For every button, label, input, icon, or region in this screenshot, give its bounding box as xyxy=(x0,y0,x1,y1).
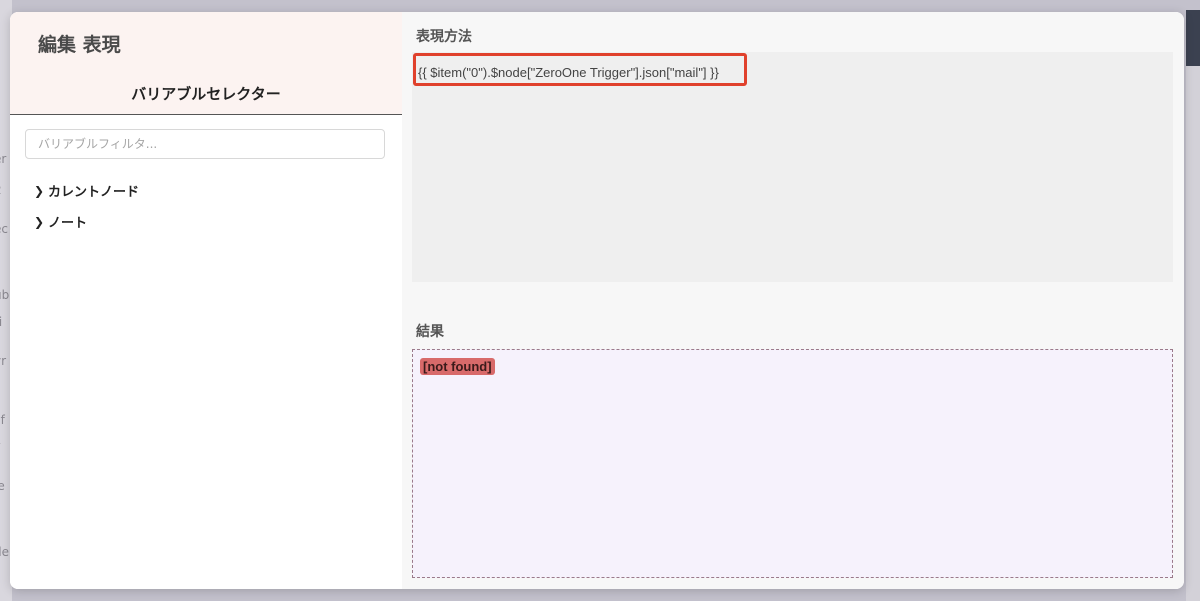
variable-filter-input[interactable] xyxy=(25,129,385,159)
tree-item-label: カレントノード xyxy=(48,185,140,200)
tree-item-note[interactable]: ❯ ノート xyxy=(34,212,88,232)
background-fragment: de xyxy=(0,545,9,559)
background-fragment: er xyxy=(0,152,7,166)
annotation-highlight-box xyxy=(413,53,747,86)
result-output: [not found] xyxy=(412,349,1173,578)
edit-expression-modal: 編集 表現 バリアブルセレクター ❯ カレントノード ❯ ノート 表現方法 {{… xyxy=(10,12,1184,589)
chevron-right-icon: ❯ xyxy=(34,214,45,229)
background-fragment: le xyxy=(0,479,5,493)
tree-item-current-node[interactable]: ❯ カレントノード xyxy=(34,181,140,201)
modal-title: 編集 表現 xyxy=(38,34,121,56)
background-fragment: c xyxy=(0,250,1,264)
variable-selector-pane: 編集 表現 バリアブルセレクター ❯ カレントノード ❯ ノート xyxy=(10,12,402,589)
background-fragment: llf xyxy=(0,413,5,427)
background-fragment: yr xyxy=(0,354,7,368)
left-pane-header: 編集 表現 バリアブルセレクター xyxy=(10,12,402,115)
variable-selector-title: バリアブルセレクター xyxy=(131,85,281,103)
result-label: 結果 xyxy=(416,324,444,340)
expression-label: 表現方法 xyxy=(416,29,472,45)
tree-item-label: ノート xyxy=(48,216,88,231)
expression-pane: 表現方法 {{ $item("0").$node["ZeroOne Trigge… xyxy=(402,12,1184,589)
background-fragment: 2 xyxy=(0,183,2,197)
background-scrollbar xyxy=(1186,66,1200,601)
background-toolbar-edge xyxy=(1186,10,1200,66)
background-fragment: ub xyxy=(0,288,10,302)
background-fragment: ec xyxy=(0,222,8,236)
not-found-badge: [not found] xyxy=(420,358,495,375)
chevron-right-icon: ❯ xyxy=(34,183,45,198)
background-fragment: F xyxy=(0,441,1,455)
expression-editor[interactable]: {{ $item("0").$node["ZeroOne Trigger"].j… xyxy=(412,52,1173,282)
background-fragment: ri xyxy=(0,315,3,329)
